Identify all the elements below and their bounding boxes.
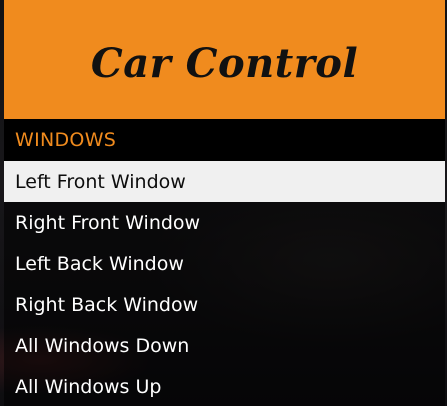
menu-item-all-windows-up[interactable]: All Windows Up [4, 366, 445, 406]
menu-item-list: Left Front Window Right Front Window Lef… [4, 161, 445, 406]
menu-item-left-back-window[interactable]: Left Back Window [4, 243, 445, 284]
menu-item-all-windows-down[interactable]: All Windows Down [4, 325, 445, 366]
menu-subtitle-bar: WINDOWS [4, 119, 445, 161]
menu-item-right-front-window[interactable]: Right Front Window [4, 202, 445, 243]
menu-item-right-back-window[interactable]: Right Back Window [4, 284, 445, 325]
menu-item-left-front-window[interactable]: Left Front Window [4, 161, 445, 202]
car-control-menu: Car Control WINDOWS Left Front Window Ri… [4, 0, 445, 406]
menu-banner: Car Control [4, 0, 445, 119]
game-scene-background: Car Control WINDOWS Left Front Window Ri… [0, 0, 447, 406]
menu-subtitle: WINDOWS [15, 129, 117, 151]
menu-title: Car Control [90, 40, 359, 87]
